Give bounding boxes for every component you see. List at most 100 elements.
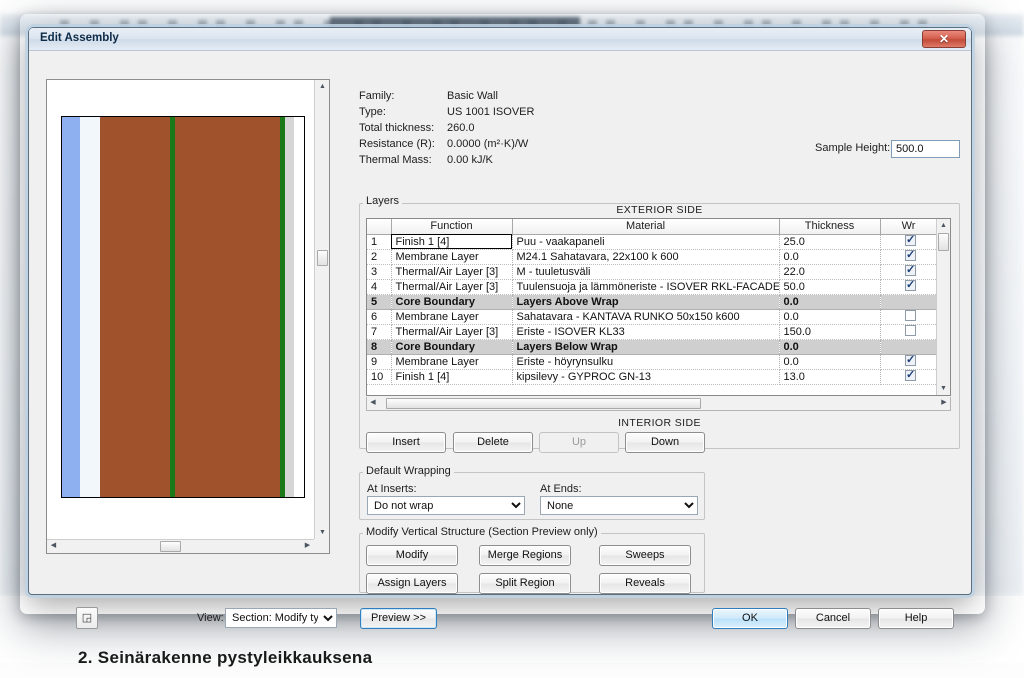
cancel-button[interactable]: Cancel [795,608,871,629]
row-thickness-cell[interactable]: 0.0 [779,354,881,370]
row-index-cell[interactable]: 6 [367,309,392,325]
row-function-cell[interactable]: Finish 1 [4] [391,234,513,250]
row-function-cell[interactable]: Core Boundary [391,339,513,355]
sample-height-input[interactable] [891,140,960,158]
row-thickness-cell[interactable]: 0.0 [779,294,881,310]
reveals-button[interactable]: Reveals [599,573,691,594]
scroll-left-arrow[interactable]: ◀ [47,540,60,552]
col-index[interactable] [367,219,392,235]
col-function[interactable]: Function [391,219,513,235]
row-index-cell[interactable]: 4 [367,279,392,295]
delete-button[interactable]: Delete [453,432,533,453]
preview-2d-icon[interactable]: ◲ [76,607,98,629]
row-wraps-cell[interactable] [880,234,938,250]
wraps-checkbox[interactable] [905,369,916,381]
row-wraps-cell[interactable] [880,249,938,265]
row-wraps-cell[interactable] [880,324,938,340]
row-thickness-cell[interactable]: 25.0 [779,234,881,250]
table-row[interactable]: 1 Finish 1 [4] Puu - vaakapaneli 25.0 [367,234,938,250]
view-select[interactable]: Section: Modify type [225,608,337,628]
col-wraps[interactable]: Wr [880,219,938,235]
row-thickness-cell[interactable]: 50.0 [779,279,881,295]
row-index-cell[interactable]: 7 [367,324,392,340]
col-thickness[interactable]: Thickness [779,219,881,235]
row-material-cell[interactable]: Eriste - höyrynsulku [512,354,780,370]
preview-hscroll-thumb[interactable] [160,541,181,552]
row-thickness-cell[interactable]: 0.0 [779,309,881,325]
preview-button[interactable]: Preview >> [360,608,437,629]
layers-scroll-up-arrow[interactable]: ▲ [937,219,950,232]
row-function-cell[interactable]: Membrane Layer [391,309,513,325]
table-row[interactable]: 7 Thermal/Air Layer [3] Eriste - ISOVER KL… [367,324,938,340]
table-row[interactable]: 9 Membrane Layer Eriste - höyrynsulku 0.0 [367,354,938,370]
at-ends-select[interactable]: None [540,496,698,515]
row-material-cell[interactable]: Sahatavara - KANTAVA RUNKO 50x150 k600 [512,309,780,325]
split-region-button[interactable]: Split Region [479,573,571,594]
scroll-right-arrow[interactable]: ▶ [301,540,314,552]
row-material-cell[interactable]: Eriste - ISOVER KL33 [512,324,780,340]
col-material[interactable]: Material [512,219,780,235]
preview-vscroll-thumb[interactable] [317,250,328,266]
row-index-cell[interactable]: 1 [367,234,392,250]
table-row[interactable]: 3 Thermal/Air Layer [3] M - tuuletusväli 22… [367,264,938,280]
row-thickness-cell[interactable]: 150.0 [779,324,881,340]
row-material-cell[interactable]: M24.1 Sahatavara, 22x100 k 600 [512,249,780,265]
up-button[interactable]: Up [539,432,619,453]
row-index-cell[interactable]: 9 [367,354,392,370]
layers-table[interactable]: Function Material Thickness Wr 1 Finish 1… [366,218,951,396]
layers-scroll-right-arrow[interactable]: ▶ [938,397,950,409]
row-wraps-cell[interactable] [880,264,938,280]
row-function-cell[interactable]: Finish 1 [4] [391,369,513,385]
row-material-cell[interactable]: Tuulensuoja ja lämmöneriste - ISOVER RKL… [512,279,780,295]
row-wraps-cell[interactable] [880,369,938,385]
help-button[interactable]: Help [878,608,954,629]
modify-button[interactable]: Modify [366,545,458,566]
table-row[interactable]: 2 Membrane Layer M24.1 Sahatavara, 22x100 … [367,249,938,265]
preview-horizontal-scrollbar[interactable]: ◀ ▶ [47,539,314,553]
row-index-cell[interactable]: 3 [367,264,392,280]
wraps-checkbox[interactable] [905,264,916,276]
scroll-down-arrow[interactable]: ▼ [316,526,329,539]
layers-vscroll-thumb[interactable] [938,233,949,251]
row-thickness-cell[interactable]: 0.0 [779,249,881,265]
row-material-cell[interactable]: M - tuuletusväli [512,264,780,280]
row-wraps-cell[interactable] [880,309,938,325]
row-material-cell[interactable]: Layers Above Wrap [512,294,780,310]
row-index-cell[interactable]: 2 [367,249,392,265]
row-material-cell[interactable]: Layers Below Wrap [512,339,780,355]
wraps-checkbox[interactable] [905,279,916,291]
row-wraps-cell[interactable] [880,354,938,370]
row-thickness-cell[interactable]: 0.0 [779,339,881,355]
row-wraps-cell[interactable] [880,294,938,310]
row-function-cell[interactable]: Membrane Layer [391,354,513,370]
insert-button[interactable]: Insert [366,432,446,453]
scroll-up-arrow[interactable]: ▲ [316,80,329,93]
row-index-cell[interactable]: 10 [367,369,392,385]
layers-horizontal-scrollbar[interactable]: ◀ ▶ [366,397,951,411]
table-row[interactable]: 6 Membrane Layer Sahatavara - KANTAVA RUNK… [367,309,938,325]
table-row[interactable]: 5 Core Boundary Layers Above Wrap 0.0 [367,294,938,310]
row-function-cell[interactable]: Thermal/Air Layer [3] [391,324,513,340]
wraps-checkbox[interactable] [905,234,916,246]
layers-scroll-down-arrow[interactable]: ▼ [937,382,950,395]
row-material-cell[interactable]: kipsilevy - GYPROC GN-13 [512,369,780,385]
row-thickness-cell[interactable]: 22.0 [779,264,881,280]
close-icon[interactable]: ✕ [922,30,966,48]
row-index-cell[interactable]: 8 [367,339,392,355]
row-function-cell[interactable]: Thermal/Air Layer [3] [391,279,513,295]
layers-vertical-scrollbar[interactable]: ▲ ▼ [936,219,950,395]
wraps-checkbox[interactable] [905,325,916,336]
wraps-checkbox[interactable] [905,354,916,366]
table-row[interactable]: 8 Core Boundary Layers Below Wrap 0.0 [367,339,938,355]
layers-scroll-left-arrow[interactable]: ◀ [367,397,379,409]
row-function-cell[interactable]: Core Boundary [391,294,513,310]
table-row[interactable]: 10 Finish 1 [4] kipsilevy - GYPROC GN-13 13… [367,369,938,385]
row-function-cell[interactable]: Membrane Layer [391,249,513,265]
sweeps-button[interactable]: Sweeps [599,545,691,566]
dialog-titlebar[interactable]: Edit Assembly ✕ [29,28,971,51]
wall-section-preview[interactable]: ▲ ▼ ◀ ▶ [46,79,330,554]
ok-button[interactable]: OK [712,608,788,629]
wraps-checkbox[interactable] [905,249,916,261]
at-inserts-select[interactable]: Do not wrap [367,496,525,515]
row-wraps-cell[interactable] [880,339,938,355]
